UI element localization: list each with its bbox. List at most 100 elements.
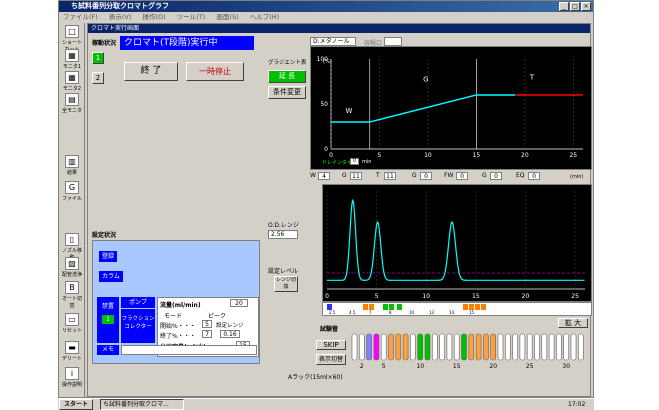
w-value[interactable]: 4	[318, 172, 330, 180]
fraction-mark	[481, 304, 486, 310]
tube-number-label: 2	[360, 363, 364, 370]
volume-field[interactable]	[384, 37, 402, 46]
extend-button[interactable]: 延 長	[268, 70, 306, 83]
menu-view[interactable]: 表示(V)	[109, 13, 132, 21]
leftbar-help[interactable]: i 操作説明	[60, 367, 84, 388]
leftbar-result[interactable]: ▥ 結果	[60, 155, 84, 176]
eq-value[interactable]: 0	[528, 172, 540, 180]
end-range-value[interactable]: 0.16	[220, 330, 240, 338]
flow-value[interactable]: 20	[230, 299, 248, 307]
leftbar-monitor1[interactable]: ▦ モニタ1	[60, 49, 84, 70]
leftbar-all-monitor[interactable]: ▤ 全モニタ	[60, 93, 84, 114]
taskbar: スタート ち試料番列分取クロマ... 17:02	[58, 398, 594, 410]
delete-icon: ▬	[65, 341, 79, 354]
g3-value[interactable]: 0	[490, 172, 502, 180]
fw-value[interactable]: 0	[456, 172, 468, 180]
menu-screen[interactable]: 画面(S)	[216, 13, 238, 21]
tube-rack-svg: 2 5 10 15 20 25 30	[351, 333, 584, 370]
gradient-chart-marks: 0 5 10 15 20 25050100(%)WG T	[317, 56, 583, 159]
range-switch-button[interactable]: レンジ切換	[274, 276, 298, 292]
taskbar-app-button[interactable]: ち試料番列分取クロマ...	[100, 399, 184, 410]
setting-level-label: 設定レベル	[268, 268, 299, 275]
close-button[interactable]: ×	[581, 2, 591, 11]
solvent-select[interactable]: D:メタノール	[310, 37, 356, 46]
leftbar-reset[interactable]: ▭ リセット	[60, 313, 84, 334]
fraction-bar-label: 7	[369, 310, 372, 315]
t-value[interactable]: 11	[384, 172, 396, 180]
test-tube	[432, 333, 438, 361]
fraction-mark	[363, 304, 368, 310]
leftbar-wash[interactable]: ▧ 配管洗浄	[60, 257, 84, 278]
test-tube	[402, 333, 409, 361]
tube-rack: 2 5 10 15 20 25 30	[350, 330, 592, 370]
start-value[interactable]: 5	[202, 320, 212, 328]
menu-bar: ファイル(F) 表示(V) 操作(O) ツール(T) 画面(S) ヘルプ(H)	[59, 12, 593, 23]
flow-label: 流量(ml/min)	[160, 302, 201, 309]
wash-icon: ▧	[65, 257, 79, 270]
fraction-bar-label: 13	[429, 310, 435, 315]
test-tube	[417, 333, 423, 361]
x-tick-label: 0	[329, 152, 333, 159]
stage-2-button[interactable]: 2	[92, 72, 104, 84]
test-tube	[497, 333, 504, 361]
zoom-button[interactable]: 拡 大	[558, 318, 588, 328]
test-tube	[388, 333, 394, 361]
test-tube	[453, 333, 460, 361]
test-tube	[505, 333, 511, 361]
info-icon: i	[65, 367, 79, 380]
condition-change-button[interactable]: 条件変更	[268, 86, 306, 99]
memo-label: メモ	[97, 345, 119, 355]
menu-help[interactable]: ヘルプ(H)	[250, 13, 279, 21]
memo-field[interactable]	[121, 345, 257, 355]
fraction-mark	[463, 304, 468, 310]
pause-button[interactable]: 一時停止	[186, 62, 244, 81]
end-value[interactable]: 7	[202, 330, 212, 338]
test-tube	[359, 333, 365, 361]
test-tube	[468, 333, 475, 361]
g-label: G	[342, 172, 347, 179]
stage-1-button[interactable]: 1	[92, 52, 104, 64]
gradient-chart: 0 5 10 15 20 25050100(%)WG T	[317, 56, 583, 159]
x-tick-label: 10	[424, 152, 432, 159]
result-icon: ▥	[65, 155, 79, 168]
fraction-bar: 2.5 4.5 7 8 10 13 14 15	[322, 302, 592, 316]
auto-switch-icon: B	[65, 281, 79, 294]
fraction-number: 1	[102, 315, 114, 324]
leftbar-delete[interactable]: ▬ デリート	[60, 341, 84, 362]
x-tick-label: 15	[473, 152, 481, 159]
mode-label: モード	[164, 313, 183, 320]
tube-number-label: 20	[489, 363, 497, 370]
od-range-select[interactable]: 2.56	[268, 230, 298, 239]
x-tick-label: 5	[378, 152, 382, 159]
fraction-bar-label: 14	[449, 310, 455, 315]
end-button[interactable]: 終 了	[124, 62, 178, 81]
drain-time-field[interactable]: 0	[350, 158, 359, 165]
menu-operate[interactable]: 操作(O)	[143, 13, 166, 21]
tube-number-label: 15	[453, 363, 461, 370]
maximize-button[interactable]: □	[570, 2, 580, 11]
skip-button[interactable]: SKIP	[316, 340, 346, 350]
eq-label: EQ	[516, 172, 525, 179]
minimize-button[interactable]: _	[559, 2, 569, 11]
g2-value[interactable]: 0	[420, 172, 432, 180]
status-label: 稼動状況	[92, 40, 117, 47]
fraction-bar-label: 4.5	[349, 310, 356, 315]
menu-file[interactable]: ファイル(F)	[63, 13, 98, 21]
g3-label: G	[482, 172, 487, 179]
leftbar-auto[interactable]: B オート切替	[60, 281, 84, 309]
drain-unit: min	[362, 159, 372, 165]
od-range-label: O.D.レンジ	[268, 222, 299, 229]
fraction-bar-svg: 2.5 4.5 7 8 10 13 14 15	[327, 304, 486, 315]
test-tube	[380, 333, 387, 361]
start-button[interactable]: スタート	[59, 399, 93, 410]
g-value[interactable]: 11	[350, 172, 362, 180]
test-tube	[563, 333, 569, 361]
chromatogram-chart: 0 5 10 15 20 25	[325, 191, 585, 300]
display-switch-button[interactable]: 表示切替	[316, 354, 346, 365]
fraction-bar-label: 8	[389, 310, 392, 315]
leftbar-file[interactable]: G ファイル	[60, 181, 84, 202]
leftbar-monitor2[interactable]: ▦ モニタ2	[60, 71, 84, 92]
test-tube	[548, 333, 555, 361]
fraction-bar-label: 2.5	[329, 310, 336, 315]
menu-tool[interactable]: ツール(T)	[177, 13, 206, 21]
